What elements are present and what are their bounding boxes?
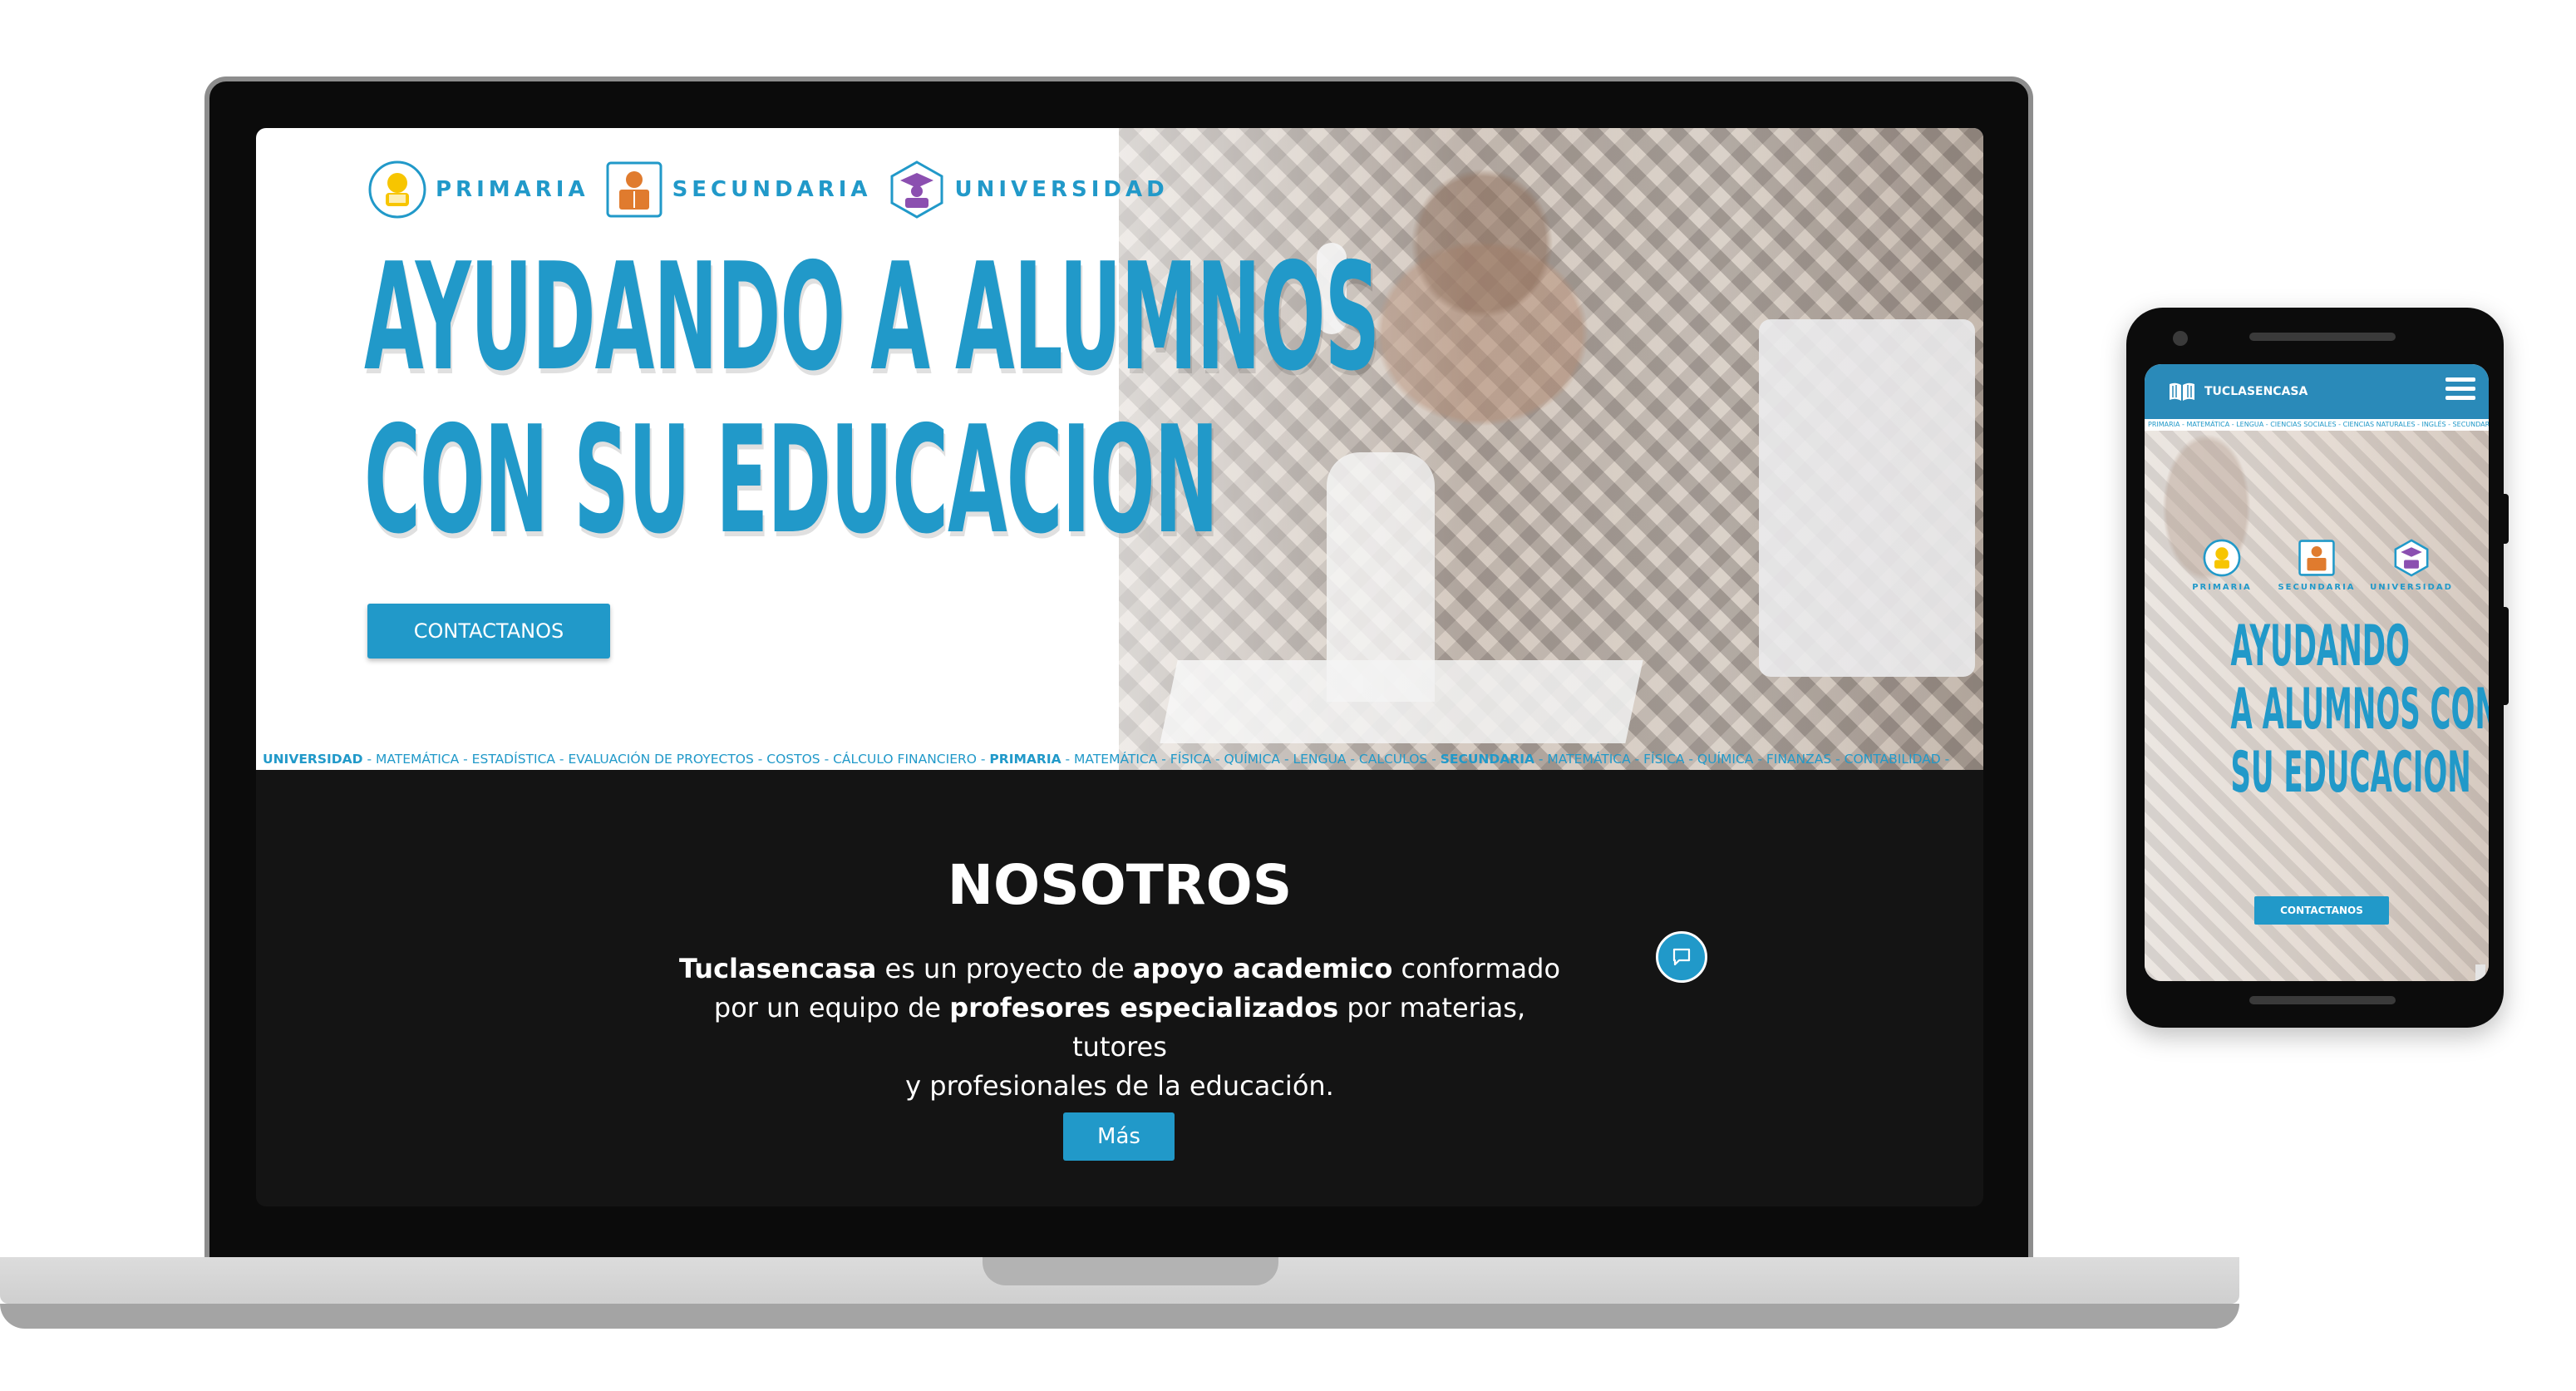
hero-photo-overlay — [1119, 128, 1983, 770]
mobile-level-secundaria-label: SECUNDARIA — [2278, 583, 2356, 592]
phone-camera — [2173, 331, 2188, 346]
mobile-hero-title: AYUDANDO A ALUMNOS CON SU EDUCACION — [2145, 614, 2490, 806]
ticker-primaria-subjects: - MATEMÁTICA - FÍSICA - QUÍMICA - LENGUA… — [1061, 752, 1441, 767]
laptop-screen: PRIMARIA SECUNDARIA UNIVERSIDAD AYUDANDO… — [256, 128, 1983, 1206]
about-description: Tuclasencasa es un proyecto de apoyo aca… — [662, 950, 1577, 1106]
book-logo-icon[interactable] — [2168, 381, 2196, 402]
graduation-cap-icon — [890, 160, 943, 219]
level-secundaria-label: SECUNDARIA — [672, 177, 872, 202]
phone-side-button — [2502, 494, 2509, 544]
child-reading-icon — [368, 160, 426, 219]
about-text-5: y profesionales de la educación. — [905, 1070, 1334, 1102]
phone-volume-button — [2502, 607, 2509, 705]
more-button[interactable]: Más — [1063, 1112, 1175, 1161]
ticker-universidad-subjects: - MATEMÁTICA - ESTADÍSTICA - EVALUACIÓN … — [362, 752, 990, 767]
ticker-universidad: UNIVERSIDAD — [263, 752, 363, 767]
ticker-primaria: PRIMARIA — [989, 752, 1061, 767]
mobile-title-line-3: SU EDUCACION — [2230, 740, 2471, 806]
hero-title: AYUDANDO A ALUMNOS CON SU EDUCACION — [364, 231, 1380, 566]
level-primaria[interactable]: PRIMARIA — [367, 160, 589, 220]
mobile-navbar: TUCLASENCASA — [2145, 364, 2489, 419]
level-universidad[interactable]: UNIVERSIDAD — [887, 160, 1169, 220]
about-title: NOSOTROS — [947, 853, 1293, 917]
student-book-icon — [2298, 540, 2335, 576]
ticker-secundaria-subjects: - MATEMÁTICA - FÍSICA - QUÍMICA - FINANZ… — [1534, 752, 1950, 767]
phone-home-bar — [2249, 996, 2396, 1004]
chat-button[interactable] — [1656, 931, 1707, 983]
language-flag-icon[interactable] — [2475, 964, 2485, 981]
laptop-notch — [983, 1257, 1278, 1285]
chat-icon — [1672, 948, 1691, 966]
about-section: NOSOTROS Tuclasencasa es un proyecto de … — [256, 770, 1983, 1206]
hero-title-line-2: CON SU EDUCACION — [364, 394, 1219, 566]
ticker-secundaria: SECUNDARIA — [1440, 752, 1534, 767]
mobile-level-primaria[interactable]: PRIMARIA — [2176, 539, 2268, 592]
about-bold-2: profesores especializados — [949, 992, 1339, 1024]
mobile-level-universidad-label: UNIVERSIDAD — [2370, 583, 2453, 592]
hamburger-menu-icon[interactable] — [2445, 377, 2475, 406]
student-book-icon — [606, 161, 662, 218]
mobile-title-line-2: A ALUMNOS CON — [2230, 677, 2490, 742]
phone-screen: TUCLASENCASA PRIMARIA - MATEMÁTICA - LEN… — [2145, 364, 2489, 981]
child-reading-icon — [2203, 539, 2241, 577]
education-levels: PRIMARIA SECUNDARIA UNIVERSIDAD — [367, 160, 1184, 220]
mobile-title-line-1: AYUDANDO — [2230, 614, 2410, 679]
graduation-cap-icon — [2394, 539, 2429, 577]
about-text-1: es un proyecto de — [876, 953, 1133, 984]
mobile-subjects-ticker: PRIMARIA - MATEMÁTICA - LENGUA - CIENCIA… — [2145, 419, 2489, 431]
subjects-ticker: UNIVERSIDAD - MATEMÁTICA - ESTADÍSTICA -… — [256, 748, 1983, 770]
mobile-level-secundaria[interactable]: SECUNDARIA — [2271, 539, 2362, 592]
laptop-base-edge — [0, 1304, 2239, 1329]
about-text-2: conformado — [1392, 953, 1561, 984]
hero-title-line-1: AYUDANDO A ALUMNOS — [364, 231, 1380, 403]
level-universidad-label: UNIVERSIDAD — [954, 177, 1169, 202]
brand-name: Tuclasencasa — [678, 953, 877, 984]
mobile-level-universidad[interactable]: UNIVERSIDAD — [2366, 539, 2457, 592]
contact-button[interactable]: CONTACTANOS — [367, 604, 610, 659]
mobile-hero: PRIMARIA SECUNDARIA UNIVERSIDAD AYUDANDO… — [2145, 431, 2489, 981]
mobile-brand-name[interactable]: TUCLASENCASA — [2204, 385, 2308, 398]
hero-section: PRIMARIA SECUNDARIA UNIVERSIDAD AYUDANDO… — [256, 128, 1983, 770]
level-primaria-label: PRIMARIA — [436, 177, 589, 202]
about-text-3: por un equipo de — [713, 992, 950, 1024]
mobile-level-primaria-label: PRIMARIA — [2192, 583, 2252, 592]
about-bold-1: apoyo academico — [1132, 953, 1393, 984]
phone-speaker — [2249, 333, 2396, 341]
mobile-contact-button[interactable]: CONTACTANOS — [2254, 896, 2389, 925]
level-secundaria[interactable]: SECUNDARIA — [604, 160, 872, 220]
